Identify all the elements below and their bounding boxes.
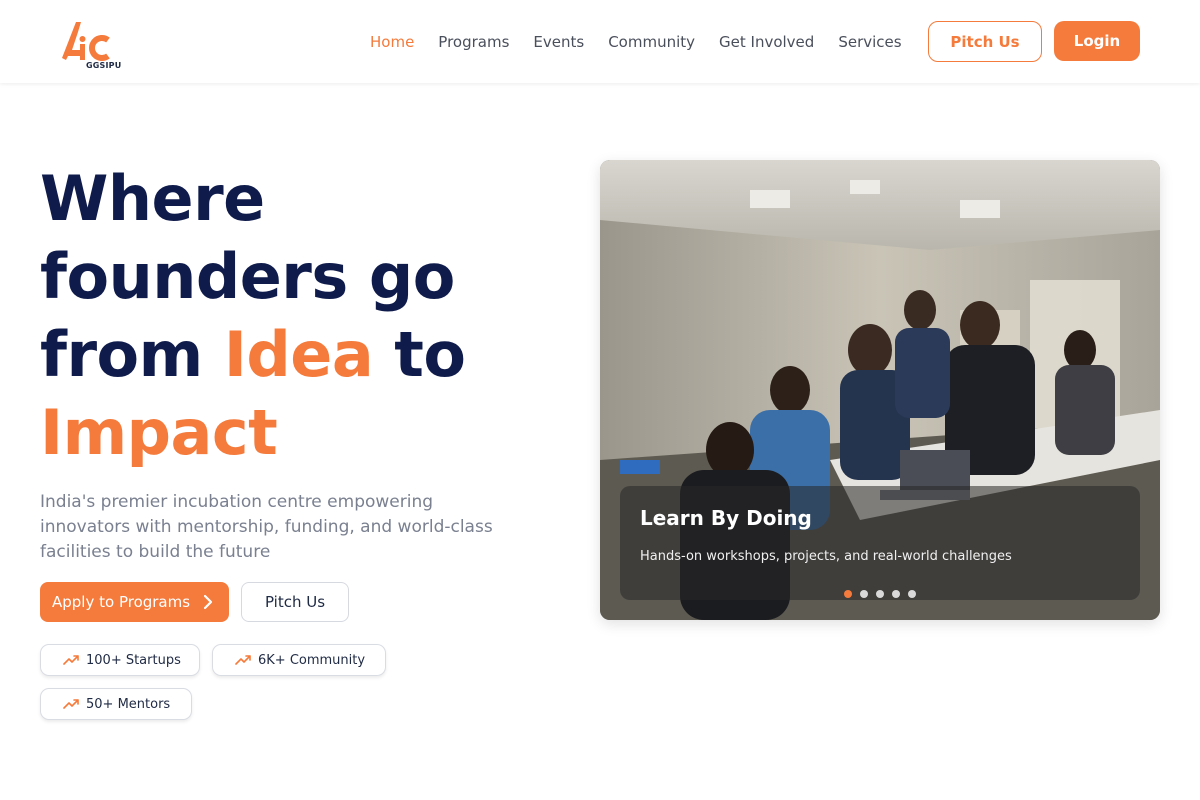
logo-text: GGSIPU — [86, 61, 122, 70]
nav-events[interactable]: Events — [533, 33, 584, 51]
nav-programs[interactable]: Programs — [438, 33, 509, 51]
trending-up-icon — [235, 655, 251, 665]
hero-title-line1: Where — [40, 162, 265, 235]
nav-pitch-button[interactable]: Pitch Us — [928, 21, 1042, 62]
stat-badge-community: 6K+ Community — [212, 644, 386, 676]
carousel-dot[interactable] — [908, 590, 916, 598]
navbar: GGSIPU Home Programs Events Community Ge… — [0, 0, 1200, 83]
stat-community-label: 6K+ Community — [258, 652, 366, 668]
carousel-dot[interactable] — [844, 590, 852, 598]
logo[interactable]: GGSIPU — [60, 18, 124, 72]
carousel-caption: Learn By Doing Hands-on workshops, proje… — [620, 486, 1140, 600]
carousel-dot[interactable] — [892, 590, 900, 598]
hero-pitch-button[interactable]: Pitch Us — [241, 582, 349, 622]
stat-mentors-label: 50+ Mentors — [86, 696, 171, 712]
nav-get-involved[interactable]: Get Involved — [719, 33, 814, 51]
login-button[interactable]: Login — [1054, 21, 1140, 61]
hero-subtitle: India's premier incubation centre empowe… — [40, 492, 493, 562]
hero-title: Where founders go from Idea to Impact — [40, 160, 560, 472]
carousel-dots — [844, 590, 924, 598]
hero-title-from: from — [40, 318, 203, 391]
hero-title-line2: founders go — [40, 240, 455, 313]
carousel-slide-text: Hands-on workshops, projects, and real-w… — [640, 549, 1012, 564]
hero-title-to: to — [394, 318, 466, 391]
chevron-right-icon — [203, 594, 213, 614]
carousel-dot[interactable] — [876, 590, 884, 598]
main-nav: Home Programs Events Community Get Invol… — [358, 0, 914, 83]
stat-startups-label: 100+ Startups — [86, 652, 181, 668]
nav-home[interactable]: Home — [370, 33, 414, 51]
hero-title-impact: Impact — [40, 396, 278, 469]
apply-programs-label: Apply to Programs — [52, 593, 191, 611]
nav-services[interactable]: Services — [838, 33, 901, 51]
apply-programs-button[interactable]: Apply to Programs — [40, 582, 229, 622]
carousel-slide-title: Learn By Doing — [640, 506, 812, 530]
carousel-dot[interactable] — [860, 590, 868, 598]
nav-community[interactable]: Community — [608, 33, 695, 51]
trending-up-icon — [63, 655, 79, 665]
hero-carousel[interactable]: Learn By Doing Hands-on workshops, proje… — [600, 160, 1160, 620]
hero-title-idea: Idea — [223, 318, 374, 391]
trending-up-icon — [63, 699, 79, 709]
stat-badge-mentors: 50+ Mentors — [40, 688, 192, 720]
stat-badge-startups: 100+ Startups — [40, 644, 200, 676]
